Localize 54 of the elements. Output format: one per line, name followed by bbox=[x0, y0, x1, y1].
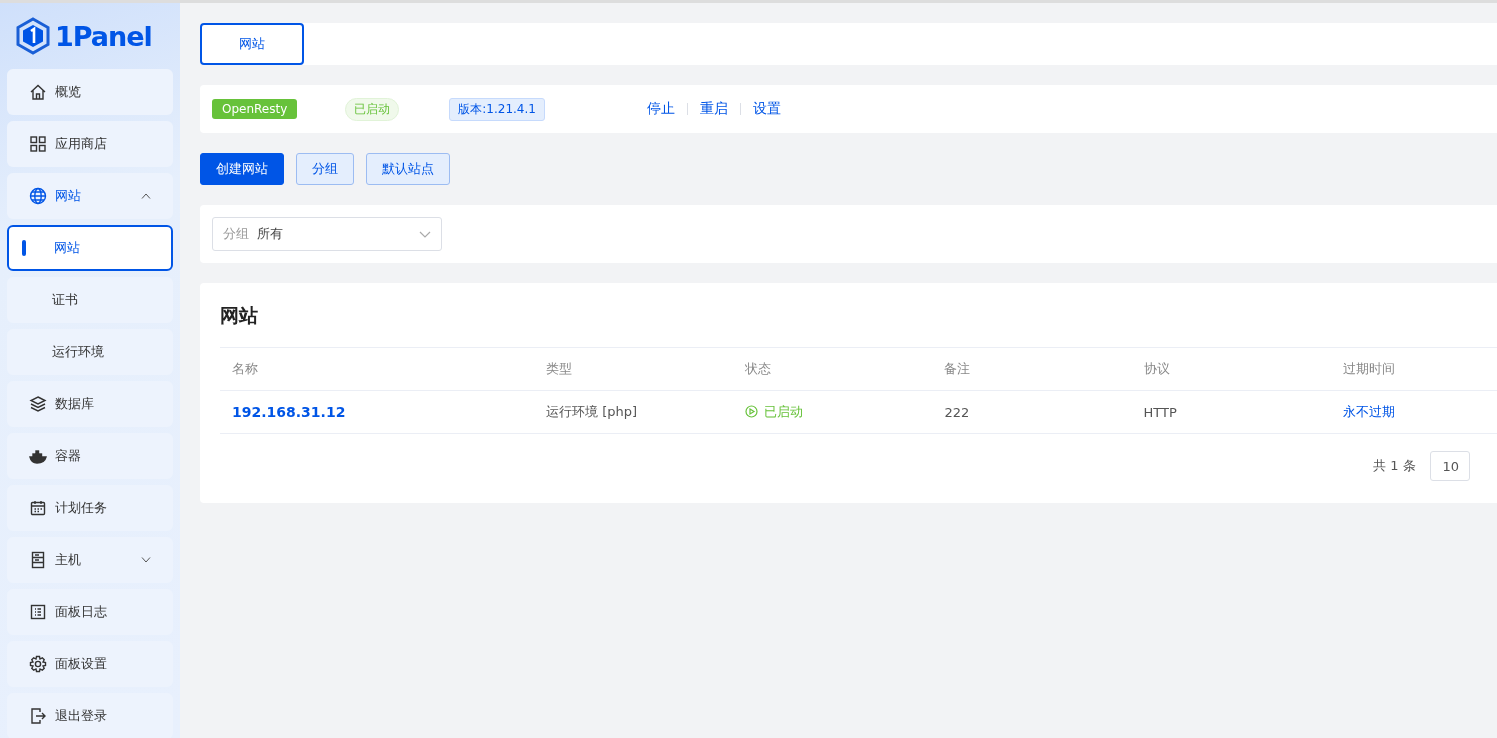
version-tag: 版本:1.21.4.1 bbox=[449, 97, 545, 121]
globe-icon bbox=[29, 187, 47, 205]
menu-item[interactable]: 面板设置 bbox=[7, 641, 173, 687]
menu-item[interactable]: 概览 bbox=[7, 69, 173, 115]
layers-icon bbox=[29, 395, 47, 413]
chevron-icon bbox=[419, 230, 431, 238]
calendar-icon bbox=[29, 499, 47, 517]
logo-text: 1Panel bbox=[55, 20, 152, 52]
expiry-link[interactable]: 永不过期 bbox=[1342, 404, 1395, 419]
column-header: 名称 bbox=[220, 347, 534, 391]
action-button[interactable]: 分组 bbox=[296, 153, 354, 185]
settings-icon bbox=[29, 655, 47, 673]
menu-item[interactable]: 应用商店 bbox=[7, 121, 173, 167]
table-cell: HTTP bbox=[1131, 390, 1331, 434]
action-link[interactable]: 重启 bbox=[699, 100, 728, 118]
chevron-icon bbox=[141, 557, 151, 563]
logout-icon bbox=[29, 707, 47, 725]
menu-item[interactable]: 计划任务 bbox=[7, 485, 173, 531]
menu-item[interactable]: 主机 bbox=[7, 537, 173, 583]
total-count: 共 1 条 bbox=[1373, 457, 1416, 475]
chevron-icon bbox=[141, 193, 151, 199]
column-header: 协议 bbox=[1131, 347, 1331, 391]
site-link[interactable]: 192.168.31.12 bbox=[232, 404, 346, 420]
section-title: 网站 bbox=[220, 303, 259, 328]
column-header: 状态 bbox=[733, 347, 933, 391]
submenu-item[interactable]: 证书 bbox=[7, 277, 173, 323]
group-select[interactable]: 分组 所有 bbox=[212, 217, 442, 251]
list-icon bbox=[29, 603, 47, 621]
menu-item[interactable]: 网站 bbox=[7, 173, 173, 219]
page-size-select[interactable]: 10 bbox=[1429, 451, 1470, 481]
menu-item[interactable]: 退出登录 bbox=[7, 693, 173, 738]
column-header: 类型 bbox=[534, 347, 734, 391]
grid-icon bbox=[29, 135, 47, 153]
app-tag: OpenResty bbox=[212, 99, 298, 119]
server-icon bbox=[29, 551, 47, 569]
play-circle-icon bbox=[745, 405, 759, 419]
tab[interactable]: 网站 bbox=[200, 23, 304, 65]
status-tag: 已启动 bbox=[345, 97, 400, 121]
column-header: 备注 bbox=[932, 347, 1132, 391]
hexagon-logo-icon bbox=[15, 17, 51, 55]
home-icon bbox=[29, 83, 47, 101]
status-text: 已启动 bbox=[764, 402, 804, 421]
table-cell: 222 bbox=[932, 390, 1132, 434]
menu-item[interactable]: 数据库 bbox=[7, 381, 173, 427]
submenu-item[interactable]: 运行环境 bbox=[7, 329, 173, 375]
menu-item[interactable]: 容器 bbox=[7, 433, 173, 479]
submenu-item[interactable]: 网站 bbox=[7, 225, 173, 271]
action-link[interactable]: 停止 bbox=[646, 100, 675, 118]
action-link[interactable]: 设置 bbox=[752, 100, 781, 118]
menu-item[interactable]: 面板日志 bbox=[7, 589, 173, 635]
action-button[interactable]: 默认站点 bbox=[366, 153, 450, 185]
create-button[interactable]: 创建网站 bbox=[200, 153, 284, 185]
column-header: 过期时间 bbox=[1330, 347, 1497, 391]
table-cell: 运行环境 [php] bbox=[534, 390, 734, 434]
